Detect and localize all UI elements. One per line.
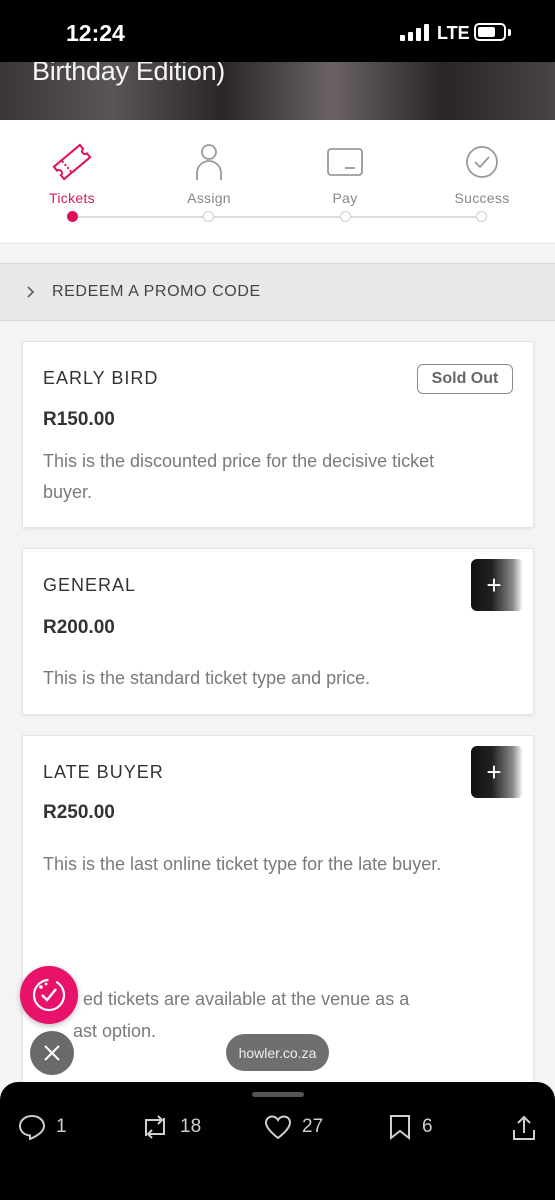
step-tickets[interactable]: Tickets — [22, 142, 122, 206]
close-widget-button[interactable] — [30, 1031, 74, 1075]
ticket-description: This is the standard ticket type and pri… — [43, 668, 371, 688]
drag-handle[interactable] — [252, 1092, 304, 1097]
step-pay[interactable]: Pay — [295, 142, 395, 206]
bookmark-button[interactable]: 6 — [388, 1114, 433, 1140]
step-tickets-label: Tickets — [49, 190, 95, 206]
ticket-check-icon — [32, 978, 66, 1012]
step-assign[interactable]: Assign — [159, 142, 259, 206]
ticket-card-early-bird: EARLY BIRD Sold Out R150.00 This is the … — [22, 341, 534, 528]
heart-icon — [264, 1115, 292, 1140]
share-button[interactable] — [511, 1114, 537, 1142]
ticket-name: GENERAL — [43, 575, 137, 595]
step-pay-label: Pay — [332, 190, 358, 206]
reply-count: 1 — [56, 1116, 67, 1137]
ticket-card-general: GENERAL + R200.00 This is the standard t… — [22, 548, 534, 715]
reply-icon — [18, 1114, 46, 1140]
person-icon — [159, 142, 259, 182]
step-dot-pay — [340, 211, 351, 222]
ticket-note: ed tickets are available at the venue as… — [83, 989, 410, 1009]
ticket-name: LATE BUYER — [43, 762, 164, 782]
reply-button[interactable]: 1 — [18, 1114, 67, 1140]
retweet-icon — [145, 1115, 165, 1139]
ticket-price: R200.00 — [43, 617, 115, 638]
signal-icon — [400, 24, 429, 41]
checkout-stepper: Tickets Assign Pay Success — [0, 120, 555, 244]
ticket-description: This is the last online ticket type for … — [43, 854, 442, 874]
chevron-right-icon — [26, 285, 40, 299]
check-circle-icon — [432, 142, 532, 182]
step-dot-assign — [203, 211, 214, 222]
step-success[interactable]: Success — [432, 142, 532, 206]
like-count: 27 — [302, 1116, 324, 1137]
step-dot-tickets — [67, 211, 78, 222]
card-icon — [295, 142, 395, 182]
event-banner: Birthday Edition) — [0, 62, 555, 120]
ticket-description: This is the discounted price for the dec… — [43, 451, 435, 502]
add-ticket-button[interactable]: + — [471, 746, 523, 798]
ticket-icon — [22, 142, 122, 182]
ticket-name: EARLY BIRD — [43, 368, 159, 388]
promo-code-toggle[interactable]: REDEEM A PROMO CODE — [0, 263, 555, 321]
step-success-label: Success — [454, 190, 510, 206]
help-chat-button[interactable] — [20, 966, 78, 1024]
bookmark-icon — [390, 1115, 410, 1140]
like-button[interactable]: 27 — [264, 1114, 323, 1140]
retweet-count: 18 — [180, 1116, 202, 1137]
add-ticket-button[interactable]: + — [471, 559, 523, 611]
url-pill[interactable]: howler.co.za — [226, 1034, 329, 1071]
stepper-track — [72, 216, 482, 218]
sold-out-badge: Sold Out — [417, 364, 513, 394]
social-action-bar: 1 18 27 6 — [0, 1082, 555, 1200]
battery-icon — [474, 23, 506, 41]
status-time: 12:24 — [66, 20, 125, 46]
event-title: Birthday Edition) — [32, 62, 225, 86]
share-icon — [513, 1115, 535, 1140]
retweet-button[interactable]: 18 — [140, 1114, 201, 1140]
step-dot-success — [476, 211, 487, 222]
step-assign-label: Assign — [187, 190, 231, 206]
close-icon — [44, 1045, 60, 1061]
network-label: LTE — [437, 23, 470, 43]
ticket-price: R250.00 — [43, 802, 115, 823]
promo-code-label: REDEEM A PROMO CODE — [52, 283, 261, 300]
ticket-price: R150.00 — [43, 409, 115, 430]
status-bar: 12:24 LTE — [0, 0, 555, 62]
bookmark-count: 6 — [422, 1116, 433, 1137]
